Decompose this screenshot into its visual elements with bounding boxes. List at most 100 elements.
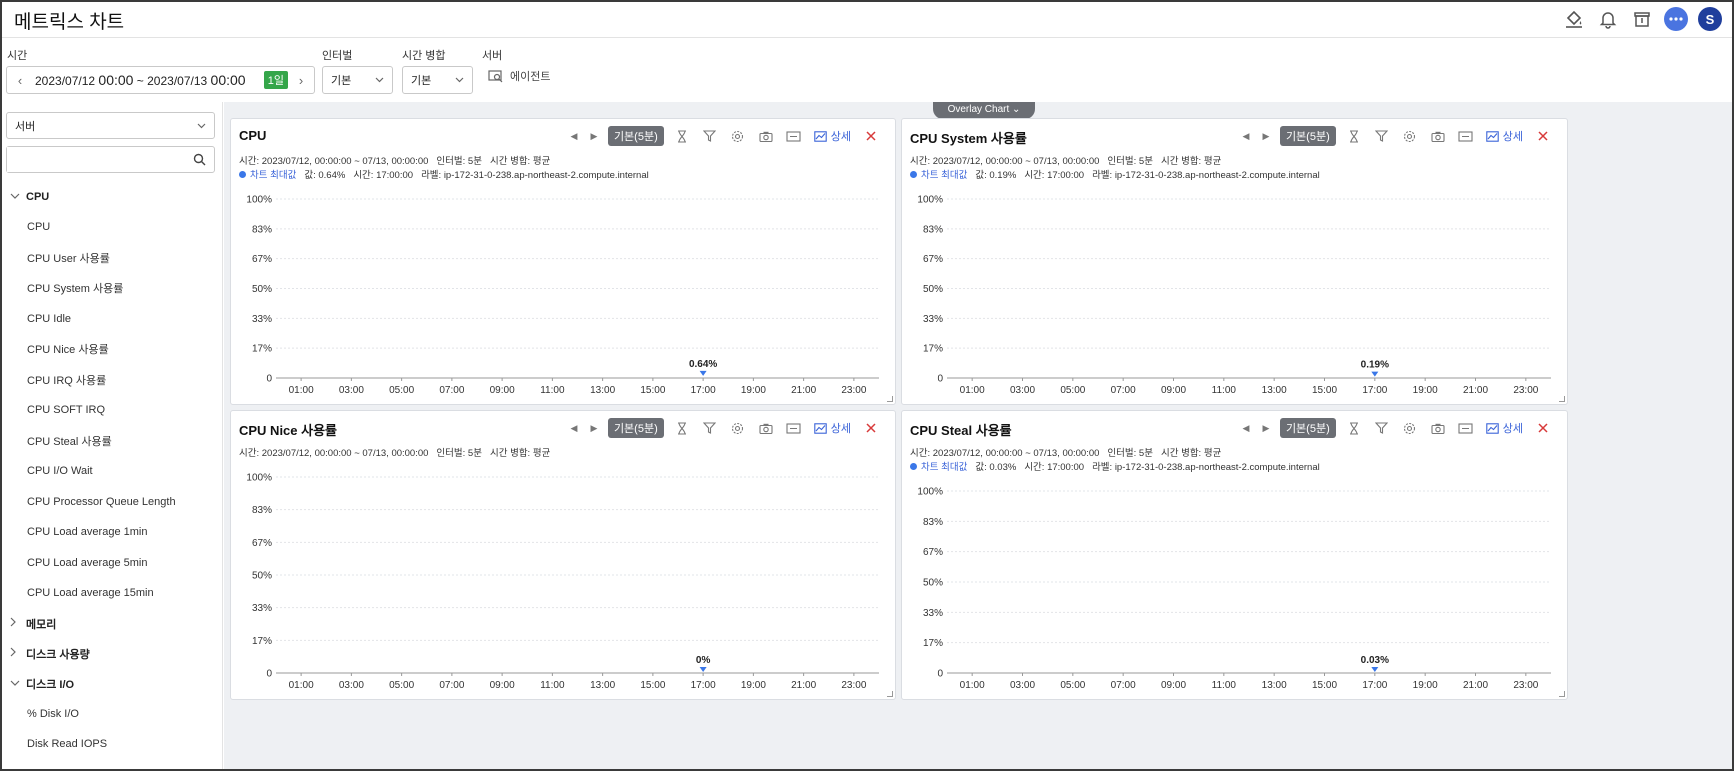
tree-item[interactable]: % Disk I/O: [2, 699, 222, 730]
prev-icon[interactable]: ◀: [564, 423, 584, 434]
csv-icon[interactable]: [780, 127, 808, 145]
x-tick-label: 23:00: [841, 680, 866, 691]
time-range-picker[interactable]: ‹ 2023/07/12 00:00 ~ 2023/07/13 00:00 1일…: [6, 66, 315, 94]
chevron-right-icon[interactable]: ›: [294, 73, 308, 88]
chart-area: Overlay Chart ⌄ CPU ◀ ▶ 기본(5분) 상세 시간: 20…: [224, 102, 1732, 769]
tree-item[interactable]: CPU I/O Wait: [2, 456, 222, 487]
detail-button[interactable]: 상세: [1480, 420, 1529, 436]
interval-pill[interactable]: 기본(5분): [607, 418, 664, 438]
search-icon[interactable]: [193, 153, 206, 166]
chart-icon: [1486, 130, 1499, 142]
tree-item[interactable]: CPU: [2, 212, 222, 243]
agent-button[interactable]: 에이전트: [488, 68, 550, 84]
prev-icon[interactable]: ◀: [1236, 131, 1256, 142]
tree-group[interactable]: 디스크 사용량: [2, 639, 222, 669]
interval-pill[interactable]: 기본(5분): [1279, 126, 1336, 146]
tree-group[interactable]: 메모리: [2, 609, 222, 639]
gear-icon[interactable]: [724, 127, 752, 145]
chevron-right-icon[interactable]: [10, 617, 26, 630]
data-point-marker[interactable]: [699, 370, 707, 376]
y-tick-label: 67%: [252, 538, 272, 549]
interval-select[interactable]: 기본: [322, 66, 393, 94]
detail-button[interactable]: 상세: [1480, 128, 1529, 144]
tree-item[interactable]: Disk Write IOPS: [2, 760, 222, 770]
data-point-marker[interactable]: [699, 667, 707, 672]
tree-item[interactable]: CPU Load average 1min: [2, 517, 222, 548]
tree-item[interactable]: CPU System 사용률: [2, 273, 222, 304]
tree-item[interactable]: CPU Nice 사용률: [2, 334, 222, 365]
tree-item[interactable]: Disk Read IOPS: [2, 729, 222, 760]
gear-icon[interactable]: [1396, 127, 1424, 145]
next-icon[interactable]: ▶: [584, 131, 604, 142]
chevron-right-icon[interactable]: [10, 647, 26, 660]
search-input[interactable]: [7, 147, 182, 172]
next-icon[interactable]: ▶: [584, 423, 604, 434]
filter-icon[interactable]: [1368, 419, 1396, 437]
overlay-chart-tab[interactable]: Overlay Chart ⌄: [933, 102, 1035, 119]
chart-icon: [814, 422, 827, 434]
tree-item[interactable]: CPU SOFT IRQ: [2, 395, 222, 426]
paint-bucket-icon[interactable]: [1562, 7, 1586, 31]
panel-meta: 시간: 2023/07/12, 00:00:00 ~ 07/13, 00:00:…: [910, 156, 1222, 167]
tree-item[interactable]: CPU Load average 5min: [2, 548, 222, 579]
tree-item[interactable]: CPU IRQ 사용률: [2, 365, 222, 396]
data-point-marker[interactable]: [1371, 666, 1379, 672]
prev-icon[interactable]: ◀: [1236, 423, 1256, 434]
target-select[interactable]: 서버: [6, 112, 215, 139]
bell-icon[interactable]: [1596, 7, 1620, 31]
gear-icon[interactable]: [724, 419, 752, 437]
tree-item[interactable]: CPU User 사용률: [2, 243, 222, 274]
chevron-down-icon[interactable]: [10, 678, 26, 690]
tree-item[interactable]: CPU Idle: [2, 304, 222, 335]
gear-icon[interactable]: [1396, 419, 1424, 437]
line-chart: 0 17% 33% 50% 67% 83% 100% 01:00 03:00 05:00 07:00…: [246, 195, 879, 396]
time-range-text[interactable]: 2023/07/12 00:00 ~ 2023/07/13 00:00: [27, 72, 264, 88]
filter-icon[interactable]: [696, 419, 724, 437]
interval-pill[interactable]: 기본(5분): [1279, 418, 1336, 438]
user-avatar[interactable]: S: [1698, 7, 1722, 31]
chevron-down-icon[interactable]: [10, 191, 26, 203]
camera-icon[interactable]: [752, 419, 780, 437]
interval-pill[interactable]: 기본(5분): [607, 126, 664, 146]
chevron-down-icon: [375, 77, 384, 83]
tree-group[interactable]: CPU: [2, 182, 222, 212]
close-icon[interactable]: [857, 127, 885, 145]
y-tick-label: 67%: [923, 547, 943, 558]
camera-icon[interactable]: [752, 127, 780, 145]
detail-button[interactable]: 상세: [808, 420, 857, 436]
csv-icon[interactable]: [1452, 419, 1480, 437]
merge-select[interactable]: 기본: [402, 66, 473, 94]
tree-group-label: 디스크 사용량: [26, 648, 90, 661]
hourglass-icon[interactable]: [1340, 419, 1368, 437]
chart-panel: CPU ◀ ▶ 기본(5분) 상세 시간: 2023/07/12, 00:00:…: [230, 118, 896, 405]
y-tick-label: 33%: [252, 603, 272, 614]
close-icon[interactable]: [857, 419, 885, 437]
csv-icon[interactable]: [780, 419, 808, 437]
x-tick-label: 11:00: [540, 385, 565, 396]
tree-item[interactable]: CPU Steal 사용률: [2, 426, 222, 457]
chevron-left-icon[interactable]: ‹: [13, 73, 27, 88]
filter-icon[interactable]: [1368, 127, 1396, 145]
archive-icon[interactable]: [1630, 7, 1654, 31]
detail-button[interactable]: 상세: [808, 128, 857, 144]
hourglass-icon[interactable]: [668, 419, 696, 437]
sidebar: 서버 CPU CPU CPU User 사용률 CPU System 사용률 CPU I…: [2, 102, 223, 770]
tree-item[interactable]: CPU Processor Queue Length: [2, 487, 222, 518]
tree-item[interactable]: CPU Load average 15min: [2, 578, 222, 609]
hourglass-icon[interactable]: [1340, 127, 1368, 145]
camera-icon[interactable]: [1424, 127, 1452, 145]
hourglass-icon[interactable]: [668, 127, 696, 145]
next-icon[interactable]: ▶: [1256, 423, 1276, 434]
tree-group[interactable]: 디스크 I/O: [2, 669, 222, 699]
close-icon[interactable]: [1529, 127, 1557, 145]
camera-icon[interactable]: [1424, 419, 1452, 437]
data-point-marker[interactable]: [1371, 371, 1379, 377]
chat-icon[interactable]: [1664, 7, 1688, 31]
prev-icon[interactable]: ◀: [564, 131, 584, 142]
x-tick-label: 07:00: [439, 385, 464, 396]
next-icon[interactable]: ▶: [1256, 131, 1276, 142]
x-tick-label: 11:00: [1212, 680, 1237, 691]
filter-icon[interactable]: [696, 127, 724, 145]
close-icon[interactable]: [1529, 419, 1557, 437]
csv-icon[interactable]: [1452, 127, 1480, 145]
